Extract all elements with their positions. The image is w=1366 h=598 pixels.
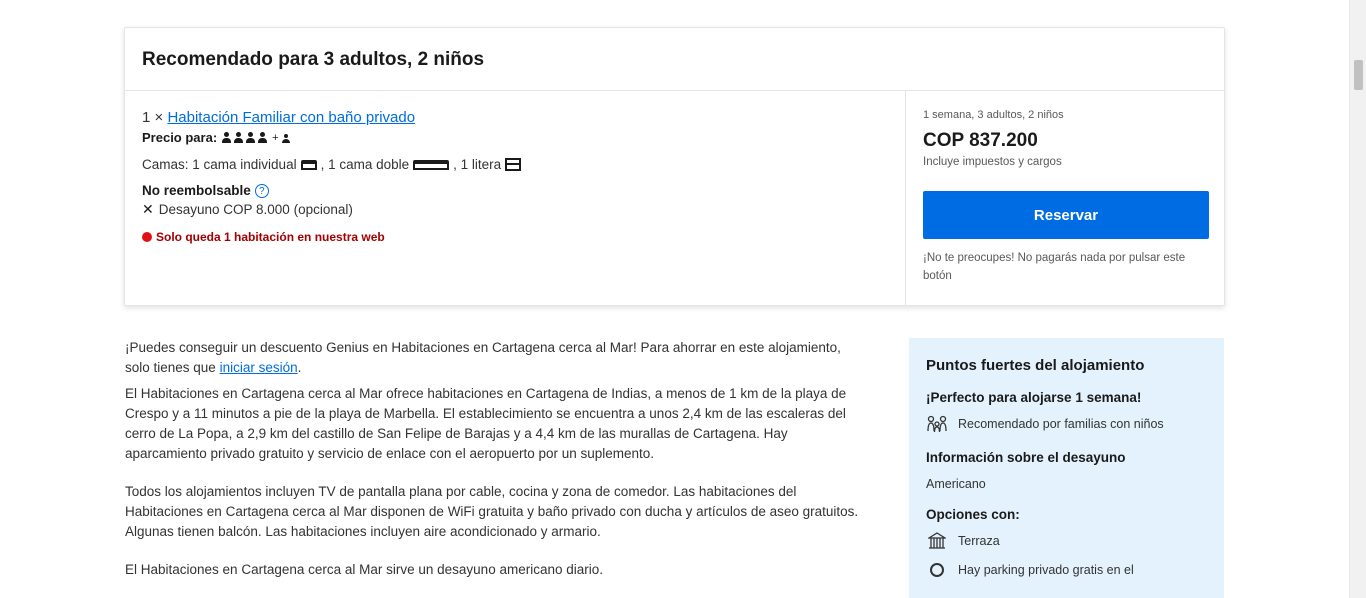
genius-paragraph: ¡Puedes conseguir un descuento Genius en…	[125, 338, 860, 378]
non-refundable: No reembolsable ?	[142, 183, 888, 198]
description-paragraph-3: El Habitaciones en Cartagena cerca al Ma…	[125, 562, 604, 577]
plus-sign: +	[272, 131, 279, 144]
family-icon	[926, 414, 948, 434]
parking-row: Hay parking privado gratis en el	[926, 560, 1207, 580]
urgency-message: Solo queda 1 habitación en nuestra web	[142, 230, 888, 244]
stay-summary: 1 semana, 3 adultos, 2 niños	[923, 109, 1064, 121]
highlights-title: Puntos fuertes del alojamiento	[926, 357, 1145, 374]
room-details: 1 × Habitación Familiar con baño privado…	[125, 91, 906, 306]
recommendation-body: 1 × Habitación Familiar con baño privado…	[125, 91, 1224, 306]
bunk-bed-icon	[505, 158, 522, 171]
price-for: Precio para: +	[142, 130, 888, 145]
login-link[interactable]: iniciar sesión	[220, 360, 298, 375]
non-refundable-label: No reembolsable	[142, 183, 251, 198]
beds-single-text: Camas: 1 cama individual	[142, 157, 297, 172]
info-icon[interactable]: ?	[254, 183, 269, 198]
scrollbar-thumb[interactable]	[1354, 60, 1363, 90]
room-line: 1 × Habitación Familiar con baño privado	[142, 109, 888, 126]
red-dot-icon	[142, 232, 152, 242]
double-bed-icon	[413, 159, 450, 170]
stay-heading: ¡Perfecto para alojarse 1 semana!	[926, 390, 1142, 405]
property-description: ¡Puedes conseguir un descuento Genius en…	[125, 338, 860, 586]
single-bed-icon	[300, 159, 317, 170]
adult-icon	[257, 132, 268, 143]
occupancy-icons: +	[221, 132, 291, 144]
beds-double-text: , 1 cama doble	[320, 157, 410, 172]
parking-icon	[926, 560, 948, 580]
description-paragraph-1: El Habitaciones en Cartagena cerca al Ma…	[125, 386, 847, 461]
adult-icon	[233, 132, 244, 143]
taxes-note: Incluye impuestos y cargos	[923, 156, 1062, 168]
breakfast-heading: Información sobre el desayuno	[926, 450, 1126, 465]
breakfast-value: Americano	[926, 477, 986, 491]
room-name-link[interactable]: Habitación Familiar con baño privado	[167, 109, 415, 126]
bed-info: Camas: 1 cama individual , 1 cama doble …	[142, 157, 888, 172]
page-scrollbar[interactable]	[1349, 0, 1366, 598]
breakfast-text: Desayuno COP 8.000 (opcional)	[158, 202, 353, 217]
terrace-text: Terraza	[958, 534, 1000, 548]
recommendation-title: Recomendado para 3 adultos, 2 niños	[142, 49, 485, 70]
recommendation-header: Recomendado para 3 adultos, 2 niños	[125, 28, 1224, 91]
genius-end: .	[297, 360, 302, 375]
property-highlights: Puntos fuertes del alojamiento ¡Perfecto…	[909, 338, 1224, 598]
breakfast-option: ✕ Desayuno COP 8.000 (opcional)	[142, 201, 888, 218]
reserve-button[interactable]: Reservar	[923, 191, 1209, 239]
booking-panel: 1 semana, 3 adultos, 2 niños COP 837.200…	[907, 91, 1225, 306]
adult-icon	[221, 132, 232, 143]
reassure-note: ¡No te preocupes! No pagarás nada por pu…	[923, 252, 1186, 282]
recommendation-card: Recomendado para 3 adultos, 2 niños 1 × …	[124, 27, 1225, 306]
terrace-icon	[926, 531, 948, 551]
options-heading: Opciones con:	[926, 507, 1020, 522]
family-row: Recomendado por familias con niños	[926, 414, 1207, 434]
description-paragraph-2: Todos los alojamientos incluyen TV de pa…	[125, 484, 859, 539]
child-icon	[281, 132, 291, 143]
family-text: Recomendado por familias con niños	[958, 417, 1164, 431]
price-for-label: Precio para:	[142, 130, 218, 145]
total-price: COP 837.200	[923, 130, 1038, 151]
room-count: 1 ×	[142, 109, 164, 126]
adult-icon	[245, 132, 256, 143]
parking-text: Hay parking privado gratis en el	[958, 563, 1134, 577]
urgency-text: Solo queda 1 habitación en nuestra web	[156, 230, 385, 244]
cutlery-icon: ✕	[142, 201, 154, 217]
beds-bunk-text: , 1 litera	[453, 157, 502, 172]
terrace-row: Terraza	[926, 531, 1207, 551]
